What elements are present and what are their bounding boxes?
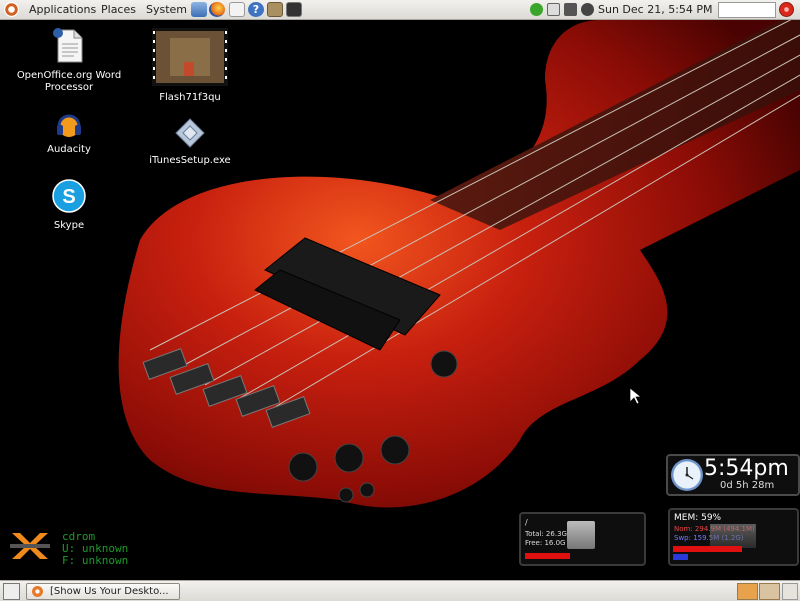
cdrom-free: F: unknown [62, 554, 129, 567]
desktop-icon-label: Skype [53, 220, 85, 231]
help-icon[interactable]: ? [248, 2, 264, 17]
top-panel: Applications Places System ? Sun Dec 21,… [0, 0, 800, 20]
svg-text:S: S [62, 186, 75, 208]
skype-icon: S [52, 179, 86, 213]
hard-drive-icon [567, 521, 595, 549]
terminal-icon[interactable] [286, 2, 302, 17]
ubuntu-logo-icon[interactable] [4, 2, 19, 17]
firefox-icon[interactable] [209, 2, 225, 17]
workspace-1[interactable] [737, 583, 758, 600]
battery-icon[interactable] [564, 3, 577, 16]
desktop-icon-label: Processor [44, 82, 94, 93]
memory-widget: MEM: 59% Nom: 294.9M (494.1M) Swp: 159.5… [668, 508, 799, 566]
memory-usage-bar [673, 546, 742, 552]
swap-usage-bar [673, 554, 688, 560]
clock-time: 5:54pm [704, 456, 789, 481]
taskbar-window-label: [Show Us Your Deskto... [50, 586, 169, 597]
cdrom-x-icon [10, 533, 50, 559]
executable-icon [175, 118, 205, 148]
power-icon[interactable] [779, 2, 794, 17]
disk-usage-bar [525, 553, 570, 559]
archive-icon[interactable] [267, 2, 283, 17]
desktop-icon-skype[interactable]: S Skype [14, 178, 124, 232]
firefox-icon [32, 586, 43, 597]
video-thumbnail-icon [152, 28, 228, 86]
mail-icon[interactable] [229, 2, 245, 17]
network-icon[interactable] [530, 3, 543, 16]
menu-applications[interactable]: Applications [29, 0, 96, 19]
disk-free-label: Free: 16.0G [525, 539, 566, 547]
taskbar-window-button[interactable]: [Show Us Your Deskto... [26, 583, 180, 600]
volume-icon[interactable] [581, 3, 594, 16]
notes-icon[interactable] [547, 3, 560, 16]
cdrom-widget: cdrom U: unknown F: unknown [62, 531, 128, 567]
headphones-icon [57, 114, 81, 137]
panel-search-field[interactable] [718, 2, 776, 18]
desktop-icon-label: OpenOffice.org Word [16, 70, 122, 81]
clock-uptime: 0d 5h 28m [720, 480, 775, 491]
menu-system[interactable]: System [146, 0, 187, 19]
desktop-icon-itunessetup[interactable]: iTunesSetup.exe [135, 117, 245, 167]
email-launcher-icon[interactable] [191, 2, 207, 17]
disk-total-label: Total: 26.3G [525, 530, 567, 538]
mem-title: MEM: 59% [674, 513, 722, 523]
bottom-panel: [Show Us Your Deskto... [0, 580, 800, 601]
menu-places[interactable]: Places [101, 0, 136, 19]
analog-clock-icon [671, 459, 703, 491]
desktop-icon-label: iTunesSetup.exe [149, 155, 231, 166]
desktop-icon-audacity[interactable]: Audacity [14, 112, 124, 156]
workspace-2[interactable] [759, 583, 780, 600]
panel-clock[interactable]: Sun Dec 21, 5:54 PM [598, 0, 713, 19]
trash-icon[interactable] [782, 583, 798, 600]
desktop-icon-openoffice-writer[interactable]: OpenOffice.org Word Processor [14, 28, 124, 94]
desktop-icon-label: Audacity [47, 144, 91, 155]
desktop-icon-label: Flash71f3qu [159, 92, 221, 103]
clock-widget: 5:54pm 0d 5h 28m [666, 454, 800, 496]
disk-mount-label: / [525, 518, 528, 527]
disk-usage-widget: / Total: 26.3G Free: 16.0G [519, 512, 646, 566]
memory-chip-icon [710, 524, 756, 548]
wallpaper-bass-guitar [0, 20, 800, 580]
show-desktop-icon[interactable] [3, 583, 20, 600]
desktop-icon-flash-video[interactable]: Flash71f3qu [135, 28, 245, 104]
document-icon [53, 28, 83, 63]
